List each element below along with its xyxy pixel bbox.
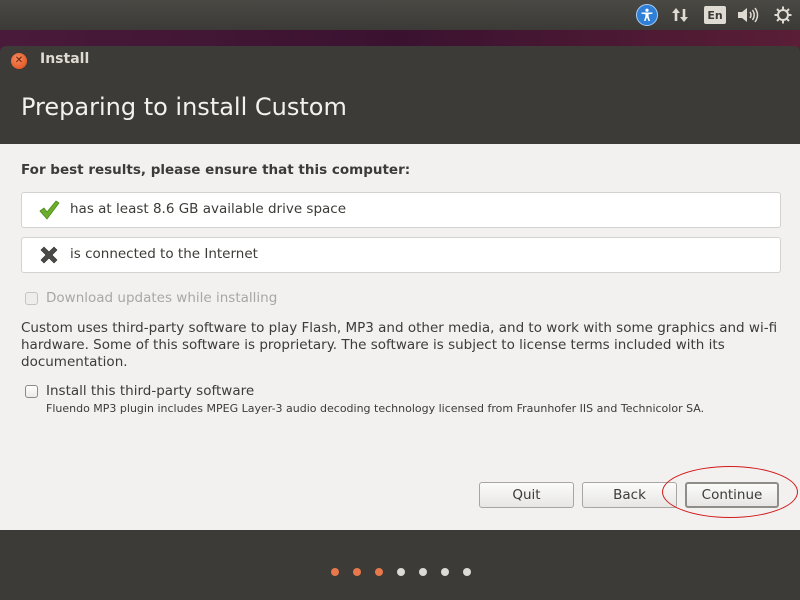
quit-button[interactable]: Quit (479, 482, 574, 508)
network-arrows-icon[interactable] (668, 4, 692, 26)
close-window-button[interactable]: ✕ (11, 53, 27, 69)
requirement-drive-space: has at least 8.6 GB available drive spac… (21, 192, 781, 228)
window-titlebar[interactable]: ✕ Install (0, 46, 800, 74)
close-icon: ✕ (14, 55, 24, 66)
progress-dot (375, 568, 383, 576)
third-party-description: Custom uses third-party software to play… (21, 320, 778, 370)
progress-dot (331, 568, 339, 576)
third-party-checkbox[interactable] (25, 384, 38, 398)
download-updates-label: Download updates while installing (46, 290, 278, 306)
requirement-text: is connected to the Internet (70, 246, 258, 262)
window-title: Install (40, 51, 90, 67)
progress-dot (353, 568, 361, 576)
progress-dot (441, 568, 449, 576)
gear-icon[interactable] (771, 4, 795, 26)
progress-dot (463, 568, 471, 576)
mp3-plugin-note: Fluendo MP3 plugin includes MPEG Layer-3… (46, 402, 705, 415)
installer-footer (0, 530, 800, 600)
highlight-annotation (662, 466, 798, 518)
download-updates-checkbox[interactable] (25, 291, 38, 305)
third-party-label[interactable]: Install this third-party software (46, 383, 254, 399)
language-indicator: En (704, 6, 726, 24)
top-panel: En (0, 0, 800, 30)
checkmark-icon (38, 199, 60, 221)
download-updates-option: Download updates while installing (25, 290, 277, 306)
requirements-heading: For best results, please ensure that thi… (21, 162, 411, 178)
progress-dot (419, 568, 427, 576)
volume-icon[interactable] (736, 4, 760, 26)
cross-icon (38, 244, 60, 266)
progress-dot (397, 568, 405, 576)
keyboard-language-icon[interactable]: En (703, 4, 727, 26)
installer-window: ✕ Install Preparing to install Custom Fo… (0, 46, 800, 600)
requirement-internet: is connected to the Internet (21, 237, 781, 273)
accessibility-icon[interactable] (635, 4, 659, 26)
page-title: Preparing to install Custom (21, 93, 347, 121)
progress-dots (0, 568, 800, 578)
main-content: For best results, please ensure that thi… (0, 144, 800, 530)
third-party-option[interactable]: Install this third-party software (25, 383, 254, 399)
requirement-text: has at least 8.6 GB available drive spac… (70, 201, 347, 217)
